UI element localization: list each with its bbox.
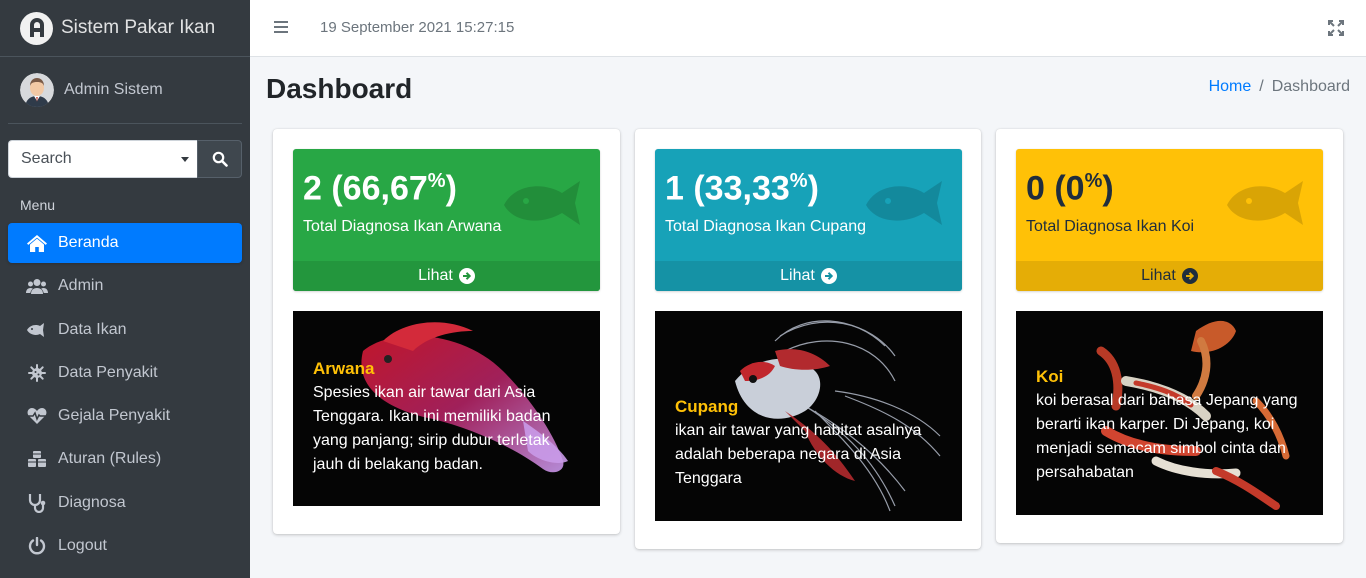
koi-card: 0 (0%) Total Diagnosa Ikan Koi Lihat Koi… xyxy=(996,129,1343,543)
brand-name: Sistem Pakar Ikan xyxy=(61,17,216,38)
top-navbar: 19 September 2021 15:27:15 xyxy=(250,0,1366,57)
stethoscope-icon xyxy=(26,493,48,513)
main-sidebar: Sistem Pakar Ikan Admin Sistem Search Me… xyxy=(0,0,250,578)
users-icon xyxy=(26,276,48,296)
arwana-card: 2 (66,67%) Total Diagnosa Ikan Arwana Li… xyxy=(273,129,620,534)
stat-label: Total Diagnosa Ikan Arwana xyxy=(303,218,502,236)
sidebar-item-diagnosa[interactable]: Diagnosa xyxy=(8,483,242,523)
fish-icon xyxy=(866,181,942,225)
search-input[interactable]: Search xyxy=(8,140,197,178)
brand-logo-icon xyxy=(20,11,53,45)
sidebar-item-label: Beranda xyxy=(58,234,119,251)
sidebar-item-gejala-penyakit[interactable]: Gejala Penyakit xyxy=(8,396,242,436)
sidebar-item-logout[interactable]: Logout xyxy=(8,526,242,566)
fish-title: Arwana xyxy=(313,359,375,378)
breadcrumb-home-link[interactable]: Home xyxy=(1209,78,1252,96)
fish-description: ikan air tawar yang habitat asalnya adal… xyxy=(675,422,922,487)
fullscreen-icon[interactable] xyxy=(1328,20,1344,36)
heartbeat-icon xyxy=(26,406,48,426)
sidebar-item-beranda[interactable]: Beranda xyxy=(8,223,242,263)
fish-description: Spesies ikan air tawar dari Asia Tenggar… xyxy=(313,384,551,473)
fish-title: Cupang xyxy=(675,397,739,416)
sidebar-item-aturan[interactable]: Aturan (Rules) xyxy=(8,439,242,479)
stat-label: Total Diagnosa Ikan Cupang xyxy=(665,218,867,236)
cupang-card: 1 (33,33%) Total Diagnosa Ikan Cupang Li… xyxy=(635,129,981,549)
brand-link[interactable]: Sistem Pakar Ikan xyxy=(0,0,250,57)
hamburger-menu-icon[interactable] xyxy=(274,21,288,33)
stat-footer-link[interactable]: Lihat xyxy=(293,261,600,291)
sidebar-search: Search xyxy=(8,140,242,178)
sidebar-item-data-ikan[interactable]: Data Ikan xyxy=(8,310,242,350)
fish-description: koi berasal dari bahasa Jepang yang bera… xyxy=(1036,392,1298,481)
user-panel[interactable]: Admin Sistem xyxy=(8,57,242,124)
sidebar-item-label: Aturan (Rules) xyxy=(58,450,162,468)
lihat-label: Lihat xyxy=(780,267,815,284)
sidebar-item-data-penyakit[interactable]: Data Penyakit xyxy=(8,353,242,393)
cupang-image: Cupang ikan air tawar yang habitat asaln… xyxy=(655,311,962,521)
sidebar-nav: Beranda Admin Data Ikan Data Penyakit Ge… xyxy=(8,223,242,569)
lihat-label: Lihat xyxy=(1141,267,1176,284)
sidebar-item-label: Data Penyakit xyxy=(58,363,158,381)
stat-box-cupang: 1 (33,33%) Total Diagnosa Ikan Cupang Li… xyxy=(655,149,962,291)
koi-caption: Koi koi berasal dari bahasa Jepang yang … xyxy=(1036,365,1316,485)
sidebar-item-label: Diagnosa xyxy=(58,493,126,511)
menu-header: Menu xyxy=(20,197,56,213)
sidebar-item-admin[interactable]: Admin xyxy=(8,266,242,306)
sidebar-item-label: Data Ikan xyxy=(58,320,127,338)
search-button[interactable] xyxy=(197,140,242,178)
search-icon xyxy=(212,151,228,167)
arwana-caption: Arwana Spesies ikan air tawar dari Asia … xyxy=(313,357,583,477)
arrow-circle-right-icon xyxy=(820,268,837,284)
sidebar-item-label: Logout xyxy=(58,536,107,554)
fish-icon xyxy=(1227,181,1303,225)
user-name: Admin Sistem xyxy=(64,81,163,98)
cupang-caption: Cupang ikan air tawar yang habitat asaln… xyxy=(675,395,945,491)
breadcrumb-separator: / xyxy=(1259,78,1264,95)
fish-icon xyxy=(26,320,48,340)
arrow-circle-right-icon xyxy=(1181,268,1198,284)
cubes-icon xyxy=(26,449,48,469)
fish-icon xyxy=(504,181,580,225)
current-datetime: 19 September 2021 15:27:15 xyxy=(320,19,515,36)
stat-value: 0 (0%) xyxy=(1026,169,1114,208)
sidebar-item-label: Admin xyxy=(58,277,104,295)
breadcrumb-current: Dashboard xyxy=(1271,78,1350,95)
koi-image: Koi koi berasal dari bahasa Jepang yang … xyxy=(1016,311,1323,515)
chevron-down-icon xyxy=(181,156,189,162)
stat-footer-link[interactable]: Lihat xyxy=(655,261,962,291)
home-icon xyxy=(26,233,48,253)
stat-label: Total Diagnosa Ikan Koi xyxy=(1026,218,1195,236)
arwana-image: Arwana Spesies ikan air tawar dari Asia … xyxy=(293,311,600,506)
breadcrumb: Home / Dashboard xyxy=(1209,78,1350,96)
search-placeholder: Search xyxy=(21,150,72,167)
sidebar-item-label: Gejala Penyakit xyxy=(58,407,171,424)
virus-icon xyxy=(26,363,48,383)
stat-box-koi: 0 (0%) Total Diagnosa Ikan Koi Lihat xyxy=(1016,149,1323,291)
arrow-circle-right-icon xyxy=(458,268,475,284)
stat-footer-link[interactable]: Lihat xyxy=(1016,261,1323,291)
stat-value: 1 (33,33%) xyxy=(665,169,819,208)
page-title: Dashboard xyxy=(266,73,413,104)
fish-title: Koi xyxy=(1036,367,1064,386)
avatar xyxy=(20,73,54,107)
power-icon xyxy=(26,536,48,556)
stat-box-arwana: 2 (66,67%) Total Diagnosa Ikan Arwana Li… xyxy=(293,149,600,291)
lihat-label: Lihat xyxy=(418,267,453,284)
stat-value: 2 (66,67%) xyxy=(303,169,457,208)
